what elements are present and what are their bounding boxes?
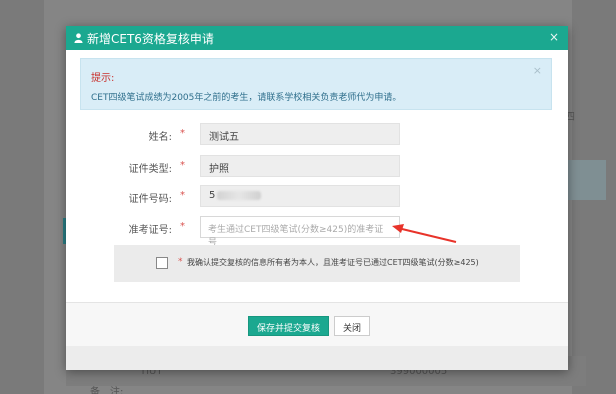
id-number-field[interactable]: 5 (200, 185, 400, 207)
modal-header: 新增CET6资格复核申请 × (66, 26, 568, 50)
form-row-exam-number: 准考证号: * 考生通过CET四级笔试(分数≥425)的准考证号 (66, 216, 568, 248)
name-label: 姓名: (148, 132, 172, 143)
modal-bottom-bar (66, 346, 568, 370)
exam-number-input[interactable]: 考生通过CET四级笔试(分数≥425)的准考证号 (200, 216, 400, 248)
confirm-box: * 我确认提交复核的信息所有者为本人，且准考证号已通过CET四级笔试(分数≥42… (114, 245, 520, 282)
form-row-id-type: 证件类型: * 护照 (66, 155, 568, 177)
alert-close-icon[interactable]: × (533, 64, 542, 77)
redacted-value (217, 190, 262, 200)
confirm-text: 我确认提交复核的信息所有者为本人，且准考证号已通过CET四级笔试(分数≥425) (187, 258, 479, 267)
form-row-id-number: 证件号码: * 5 (66, 185, 568, 207)
alert-text: CET四级笔试成绩为2005年之前的考生，请联系学校相关负责老师代为申请。 (91, 93, 402, 103)
modal-footer: 保存并提交复核 关闭 (66, 302, 568, 346)
modal-title: 新增CET6资格复核申请 (87, 31, 214, 46)
name-field[interactable]: 测试五 (200, 123, 400, 145)
user-icon (74, 33, 83, 43)
required-mark: * (178, 257, 183, 267)
id-type-label: 证件类型: (128, 164, 172, 175)
background-row-label: 备 注: (90, 387, 124, 394)
modal-close-icon[interactable]: × (549, 30, 559, 44)
close-button[interactable]: 关闭 (334, 316, 371, 336)
required-mark: * (180, 160, 185, 171)
required-mark: * (180, 190, 185, 201)
id-type-field[interactable]: 护照 (200, 155, 400, 177)
required-mark: * (180, 128, 185, 139)
required-mark: * (180, 221, 185, 232)
form-row-name: 姓名: * 测试五 (66, 123, 568, 145)
alert-title: 提示: (91, 73, 115, 84)
info-alert: 提示: CET四级笔试成绩为2005年之前的考生，请联系学校相关负责老师代为申请… (80, 58, 552, 110)
exam-number-label: 准考证号: (128, 225, 172, 236)
id-number-label: 证件号码: (128, 194, 172, 205)
save-submit-button[interactable]: 保存并提交复核 (248, 316, 330, 336)
cet6-review-modal: 新增CET6资格复核申请 × 提示: CET四级笔试成绩为2005年之前的考生，… (66, 26, 568, 370)
confirm-checkbox[interactable] (156, 257, 168, 269)
id-number-value: 5 (209, 190, 216, 201)
